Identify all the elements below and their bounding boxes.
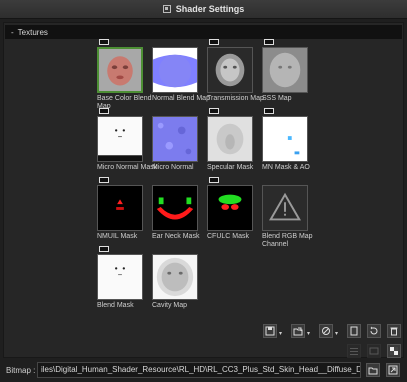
texture-label: Blend RGB Map Channel: [262, 233, 313, 248]
bitmap-path-field[interactable]: iles\Digital_Human_Shader_Resource\RL_HD…: [37, 362, 361, 378]
list-icon: [350, 348, 358, 355]
texture-thumbnail[interactable]: [97, 47, 143, 93]
warning-icon: [268, 192, 302, 221]
edit-texture-button[interactable]: [319, 324, 333, 338]
texture-loaded-badge-icon: [264, 39, 274, 45]
bitmap-row: Bitmap : iles\Digital_Human_Shader_Resou…: [0, 362, 407, 379]
texture-thumbnail[interactable]: [152, 254, 198, 300]
texture-loaded-badge-icon: [209, 108, 219, 114]
load-dropdown-arrow-icon[interactable]: ▾: [307, 330, 310, 337]
settings-window-icon: [162, 5, 171, 13]
texture-loaded-badge-icon: [99, 39, 109, 45]
collapse-toggle[interactable]: -: [11, 28, 14, 37]
reset-icon: [370, 326, 378, 335]
texture-thumbnail[interactable]: [97, 185, 143, 231]
texture-thumbnail[interactable]: [152, 47, 198, 93]
open-folder-icon: [368, 367, 378, 375]
texture-thumbnail[interactable]: [152, 116, 198, 162]
bitmap-label: Bitmap :: [6, 366, 36, 375]
texture-loaded-badge-icon: [264, 108, 274, 114]
texture-loaded-badge-icon: [99, 108, 109, 114]
jump-to-file-button[interactable]: [386, 363, 400, 377]
channel-view-button[interactable]: [347, 344, 361, 358]
texture-loaded-badge-icon: [209, 177, 219, 183]
texture-thumbnail[interactable]: [262, 47, 308, 93]
section-title: Textures: [17, 27, 48, 37]
load-texture-button[interactable]: [291, 324, 305, 338]
texture-loaded-badge-icon: [209, 39, 219, 45]
edit-dropdown-arrow-icon[interactable]: ▾: [335, 330, 338, 337]
texture-thumbnail[interactable]: [97, 254, 143, 300]
preview-icon: [369, 347, 379, 355]
texture-label: MN Mask & AO: [262, 164, 310, 171]
reset-texture-button[interactable]: [367, 324, 381, 338]
texture-thumbnail[interactable]: [152, 185, 198, 231]
arrow-out-icon: [388, 365, 398, 375]
texture-loaded-badge-icon: [99, 246, 109, 252]
save-icon: [265, 326, 275, 336]
texture-thumbnail[interactable]: [97, 116, 143, 162]
open-file-location-button[interactable]: [366, 363, 380, 377]
texture-thumbnail[interactable]: [207, 185, 253, 231]
trash-icon: [390, 327, 398, 336]
checker-toggle-button[interactable]: [387, 344, 401, 358]
texture-thumbnail[interactable]: [262, 185, 308, 231]
save-dropdown-arrow-icon[interactable]: ▾: [279, 330, 282, 337]
delete-texture-button[interactable]: [387, 324, 401, 338]
texture-thumbnail[interactable]: [262, 116, 308, 162]
preview-toggle-button[interactable]: [367, 344, 381, 358]
copy-icon: [350, 326, 358, 336]
save-texture-button[interactable]: [263, 324, 277, 338]
edit-image-icon: [322, 327, 330, 335]
texture-loaded-badge-icon: [99, 177, 109, 183]
texture-label: Cavity Map: [152, 302, 188, 309]
window-title: Shader Settings: [175, 4, 245, 14]
copy-texture-button[interactable]: [347, 324, 361, 338]
texture-thumbnail[interactable]: [207, 116, 253, 162]
texture-thumbnail[interactable]: [207, 47, 253, 93]
open-folder-icon: [293, 327, 303, 336]
texture-label: SSS Map: [262, 95, 292, 102]
checkerboard-icon: [390, 347, 398, 355]
textures-section-header[interactable]: - Textures: [5, 25, 402, 39]
window-titlebar[interactable]: Shader Settings: [0, 0, 407, 19]
